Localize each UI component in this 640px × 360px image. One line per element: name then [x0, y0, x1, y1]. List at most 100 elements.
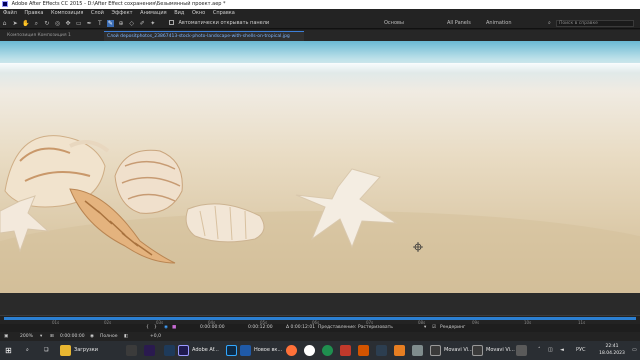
type-tool-icon[interactable]: T	[96, 20, 103, 27]
layer-controls: { } ◉ ■ 0:00:00:00 0:00:12:00 Δ 0:00:12:…	[0, 324, 640, 332]
auto-open-checkbox[interactable]	[168, 20, 174, 25]
menu-effect[interactable]: Эффект	[112, 10, 133, 16]
media-app-icon[interactable]	[340, 345, 351, 356]
current-time[interactable]: 0:00:00:00	[60, 332, 85, 341]
beach-image	[0, 135, 640, 293]
chevron-down-icon[interactable]: ▾	[424, 324, 426, 332]
volume-icon[interactable]: ◄	[560, 341, 564, 360]
pan-behind-tool-icon[interactable]: ✥	[65, 20, 72, 27]
brush-tool-icon[interactable]: ✎	[106, 20, 114, 27]
tray-expand-icon[interactable]: ˄	[538, 341, 541, 360]
menu-animation[interactable]: Анимация	[140, 10, 166, 16]
round-shell	[114, 149, 183, 214]
timeline-spacer	[0, 293, 640, 315]
workspace-all-panels[interactable]: All Panels	[447, 18, 471, 28]
zoom-tool-icon[interactable]: ⌕	[33, 20, 40, 27]
menu-help[interactable]: Справка	[213, 10, 235, 16]
snapshot-icon[interactable]: ◉	[164, 324, 168, 332]
search-icon[interactable]: ⌕	[548, 18, 551, 28]
exposure-value[interactable]: +0,0	[150, 332, 161, 341]
in-point-bracket-icon[interactable]: {	[146, 324, 149, 332]
task-view-icon[interactable]: ❏	[44, 341, 48, 360]
firefox-icon[interactable]	[286, 345, 297, 356]
eraser-tool-icon[interactable]: ◇	[128, 20, 135, 27]
layer-tab-label: Слой depositphotos_23867413-stock-photo-…	[107, 34, 290, 39]
window-title: Adobe After Effects CC 2015 - D:\After E…	[11, 1, 226, 7]
view-dropdown[interactable]: Растеризовать	[358, 324, 393, 332]
work-area-bar[interactable]	[4, 317, 636, 320]
camera-tool-icon[interactable]: ◎	[54, 20, 61, 27]
composition-tab-label: Композиция Композиция 1	[7, 33, 71, 38]
tab-layer[interactable]: Слой depositphotos_23867413-stock-photo-…	[104, 31, 304, 41]
media-encoder-icon[interactable]	[164, 345, 175, 356]
puppet-tool-icon[interactable]: ✦	[149, 20, 156, 27]
menu-edit[interactable]: Правка	[24, 10, 43, 16]
menu-file[interactable]: Файл	[3, 10, 17, 16]
menu-composition[interactable]: Композиция	[51, 10, 83, 16]
clone-tool-icon[interactable]: ⊕	[118, 20, 125, 27]
help-search-placeholder: Поиск в справке	[559, 21, 598, 26]
after-effects-icon[interactable]	[178, 345, 189, 356]
home-icon[interactable]: ⌂	[1, 20, 8, 27]
taskbar-downloads-label[interactable]: Загрузки	[74, 341, 98, 360]
chrome-icon[interactable]	[322, 345, 333, 356]
taskbar-after-effects-label[interactable]: Adobe Af...	[192, 341, 219, 360]
app-icon[interactable]	[412, 345, 423, 356]
selection-tool-icon[interactable]: ➤	[12, 20, 19, 27]
premiere-icon[interactable]	[144, 345, 155, 356]
view-label: Представление:	[318, 325, 357, 330]
windows-start-icon[interactable]: ⊞	[5, 341, 12, 360]
movavi-editor-icon[interactable]	[472, 345, 483, 356]
steam-icon[interactable]	[376, 345, 387, 356]
taskbar-word-label[interactable]: Новое вк...	[254, 341, 282, 360]
taskbar-search-icon[interactable]: ⌕	[26, 341, 29, 360]
out-point-bracket-icon[interactable]: }	[154, 324, 157, 332]
folder-icon[interactable]	[60, 345, 71, 356]
pen-tool-icon[interactable]: ✒	[86, 20, 93, 27]
channel-icon[interactable]: ◧	[124, 332, 128, 341]
workspace-animation[interactable]: Animation	[486, 18, 512, 28]
movavi-icon[interactable]	[430, 345, 441, 356]
after-effects-app-icon	[2, 0, 8, 7]
menu-bar: Файл Правка Композиция Слой Эффект Анима…	[0, 9, 640, 18]
resolution-dropdown[interactable]: Полное	[100, 332, 117, 341]
time-ruler[interactable]: 01s 02s 03s 04s 05s 06s 07s 08s 09s 10s …	[0, 315, 640, 325]
in-point-timecode[interactable]: 0:00:00:00	[200, 324, 225, 332]
yandex-browser-icon[interactable]	[304, 345, 315, 356]
menu-view[interactable]: Вид	[174, 10, 184, 16]
tab-composition[interactable]: Композиция Композиция 1	[4, 31, 74, 41]
workspace-basics[interactable]: Основы	[384, 18, 404, 28]
camera-app-icon[interactable]	[126, 345, 137, 356]
viewer-tab-bar: Композиция Композиция 1 Слой depositphot…	[0, 30, 640, 41]
grid-icon[interactable]: ⊞	[50, 332, 54, 341]
rectangle-tool-icon[interactable]: ▭	[75, 20, 82, 27]
render-checkbox-icon[interactable]: ☑	[432, 324, 436, 332]
taskbar-movavi-label[interactable]: Movavi Vi...	[444, 341, 473, 360]
zoom-chevron-icon[interactable]: ▾	[40, 332, 42, 341]
color-channel-icon[interactable]: ■	[172, 324, 176, 332]
menu-window[interactable]: Окно	[192, 10, 205, 16]
word-icon[interactable]	[240, 345, 251, 356]
out-point-timecode[interactable]: 0:00:12:00	[248, 324, 273, 332]
help-search-input[interactable]: Поиск в справке	[556, 20, 634, 27]
recorder-icon[interactable]	[358, 345, 369, 356]
tools-panel: ⌂ ➤ ✋ ⌕ ↻ ◎ ✥ ▭ ✒ T ✎ ⊕ ◇ ✐ ✦ Автоматиче…	[0, 18, 640, 29]
system-clock[interactable]: 22:41 18.04.2023	[594, 343, 630, 357]
hand-tool-icon[interactable]: ✋	[22, 20, 29, 27]
roto-brush-tool-icon[interactable]: ✐	[139, 20, 146, 27]
menu-layer[interactable]: Слой	[91, 10, 104, 16]
region-icon[interactable]: ▣	[4, 332, 8, 341]
taskbar-movavi-editor-label[interactable]: Movavi Vi...	[486, 341, 515, 360]
game-icon[interactable]	[394, 345, 405, 356]
notification-icon[interactable]: ▭	[632, 341, 637, 360]
camera-snapshot-icon[interactable]: ◉	[90, 332, 94, 341]
photoshop-icon[interactable]	[226, 345, 237, 356]
clam-shell	[185, 203, 265, 243]
zoom-dropdown[interactable]: 200%	[20, 332, 33, 341]
rotate-tool-icon[interactable]: ↻	[43, 20, 50, 27]
language-indicator[interactable]: РУС	[576, 341, 586, 360]
network-icon[interactable]: ◫	[548, 341, 553, 360]
layer-viewer[interactable]	[0, 41, 640, 293]
window-app-icon[interactable]	[516, 345, 527, 356]
windows-taskbar: ⊞ ⌕ ❏ Загрузки Adobe Af... Новое вк... M…	[0, 341, 640, 360]
